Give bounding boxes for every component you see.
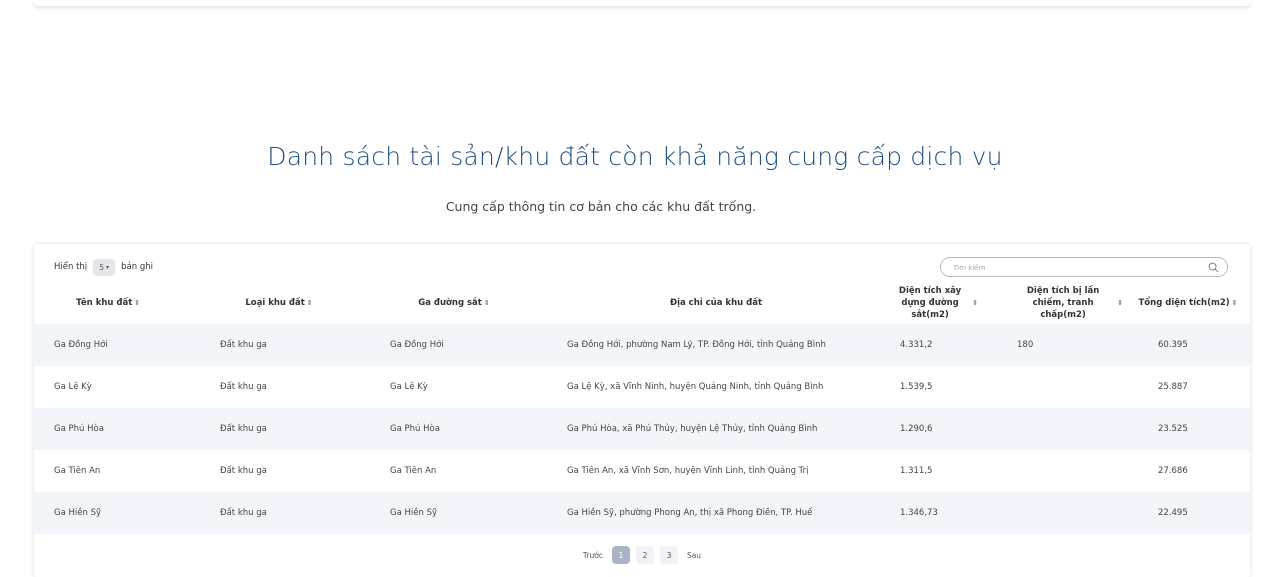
cell-name: Ga Đồng Hới <box>54 340 108 350</box>
cell-total-area: 60.395 <box>1158 340 1188 350</box>
cell-name: Ga Phú Hòa <box>54 424 104 434</box>
column-header-label: Địa chỉ của khu đất <box>669 298 763 308</box>
cell-total-area: 22.495 <box>1158 508 1188 518</box>
page-button-1[interactable]: 1 <box>611 546 630 564</box>
chevron-down-icon: ▾ <box>106 263 110 271</box>
search-icon[interactable] <box>1208 262 1219 273</box>
table-row[interactable]: Ga Lệ Kỳ Đất khu ga Ga Lệ Kỳ Ga Lệ Kỳ, xã V… <box>34 366 1250 408</box>
table-row[interactable]: Ga Đồng Hới Đất khu ga Ga Đồng Hới Ga Đồng … <box>34 324 1250 366</box>
cell-total-area: 27.686 <box>1158 466 1188 476</box>
column-header-rail-area[interactable]: Diện tích xây dựng đường sắt(m2) ⇕ <box>884 284 984 322</box>
sort-icon[interactable]: ⇕ <box>307 297 313 309</box>
cell-type: Đất khu ga <box>220 466 267 476</box>
cell-total-area: 23.525 <box>1158 424 1188 434</box>
sort-icon[interactable]: ⇕ <box>134 297 140 309</box>
page-button-3[interactable]: 3 <box>659 546 678 564</box>
column-header-address: Địa chỉ của khu đất <box>566 284 866 322</box>
cell-address: Ga Lệ Kỳ, xã Vĩnh Ninh, huyện Quảng Ninh… <box>567 382 824 392</box>
table-row[interactable]: Ga Hiền Sỹ Đất khu ga Ga Hiền Sỹ Ga Hiền Sỹ… <box>34 492 1250 534</box>
sort-icon[interactable]: ⇕ <box>1117 297 1123 309</box>
cell-type: Đất khu ga <box>220 508 267 518</box>
cell-type: Đất khu ga <box>220 382 267 392</box>
sort-icon[interactable]: ⇕ <box>484 297 490 309</box>
page-subtitle: Cung cấp thông tin cơ bản cho các khu đấ… <box>445 199 757 214</box>
cell-name: Ga Tiên An <box>54 466 101 476</box>
data-table-card: Hiển thị 5 ▾ bản ghi Tên khu đất⇕ Loại k… <box>34 244 1250 577</box>
sort-icon[interactable]: ⇕ <box>972 297 978 309</box>
cell-station: Ga Đồng Hới <box>390 340 444 350</box>
column-header-label: Tổng diện tích(m2) <box>1138 298 1230 308</box>
cell-rail-area: 1.346,73 <box>900 508 938 518</box>
search-box <box>940 257 1228 277</box>
cell-name: Ga Lệ Kỳ <box>54 382 92 392</box>
next-page-button[interactable]: Sau <box>684 546 704 564</box>
table-row[interactable]: Ga Tiên An Đất khu ga Ga Tiên An Ga Tiên An… <box>34 450 1250 492</box>
cell-rail-area: 1.290,6 <box>900 424 933 434</box>
page-title: Danh sách tài sản/khu đất còn khả năng c… <box>267 142 1003 171</box>
cell-total-area: 25.887 <box>1158 382 1188 392</box>
column-header-label: Loại khu đất <box>245 298 305 308</box>
cell-station: Ga Hiền Sỹ <box>390 508 437 518</box>
cell-address: Ga Đồng Hới, phường Nam Lý, TP. Đồng Hới… <box>567 340 826 350</box>
pagination: Trước 1 2 3 Sau <box>34 544 1250 566</box>
column-header-name[interactable]: Tên khu đất ⇕ <box>54 284 206 322</box>
column-header-label: Diện tích xây dựng đường sắt(m2) <box>898 286 962 320</box>
column-header-total-area[interactable]: Tổng diện tích(m2) ⇕ <box>1128 284 1248 322</box>
page-button-2[interactable]: 2 <box>635 546 654 564</box>
show-label: Hiển thị <box>54 262 88 272</box>
column-header-type[interactable]: Loại khu đất ⇕ <box>214 284 344 322</box>
column-header-encroached-area[interactable]: Diện tích bị lấn chiếm, tranh chấp(m2) ⇕ <box>1006 284 1128 322</box>
top-header-bar <box>34 0 1250 6</box>
cell-address: Ga Tiên An, xã Vĩnh Sơn, huyện Vĩnh Linh… <box>567 466 809 476</box>
cell-station: Ga Tiên An <box>390 466 437 476</box>
column-header-label: Tên khu đất <box>76 298 133 308</box>
column-header-station[interactable]: Ga đường sắt ⇕ <box>389 284 519 322</box>
cell-address: Ga Hiền Sỹ, phường Phong An, thị xã Phon… <box>567 508 813 518</box>
column-header-label: Ga đường sắt <box>418 298 482 308</box>
page-size-select[interactable]: 5 ▾ <box>93 258 116 276</box>
column-header-label: Diện tích bị lấn chiếm, tranh chấp(m2) <box>1026 286 1100 320</box>
sort-icon[interactable]: ⇕ <box>1232 297 1238 309</box>
prev-page-button[interactable]: Trước <box>580 546 606 564</box>
page-size-value: 5 <box>99 262 105 272</box>
cell-station: Ga Phú Hòa <box>390 424 440 434</box>
cell-type: Đất khu ga <box>220 340 267 350</box>
records-label: bản ghi <box>121 262 153 272</box>
cell-rail-area: 4.331,2 <box>900 340 933 350</box>
cell-encroached-area: 180 <box>1017 340 1034 350</box>
cell-rail-area: 1.539,5 <box>900 382 933 392</box>
table-header: Tên khu đất ⇕ Loại khu đất ⇕ Ga đường sắt ⇕… <box>34 284 1250 322</box>
search-input[interactable] <box>951 261 1195 275</box>
cell-type: Đất khu ga <box>220 424 267 434</box>
table-row[interactable]: Ga Phú Hòa Đất khu ga Ga Phú Hòa Ga Phú Hòa… <box>34 408 1250 450</box>
cell-rail-area: 1.311,5 <box>900 466 933 476</box>
cell-name: Ga Hiền Sỹ <box>54 508 101 518</box>
cell-station: Ga Lệ Kỳ <box>390 382 428 392</box>
page-size-control: Hiển thị 5 ▾ bản ghi <box>54 257 153 277</box>
cell-address: Ga Phú Hòa, xã Phú Thủy, huyện Lệ Thủy, … <box>567 424 818 434</box>
